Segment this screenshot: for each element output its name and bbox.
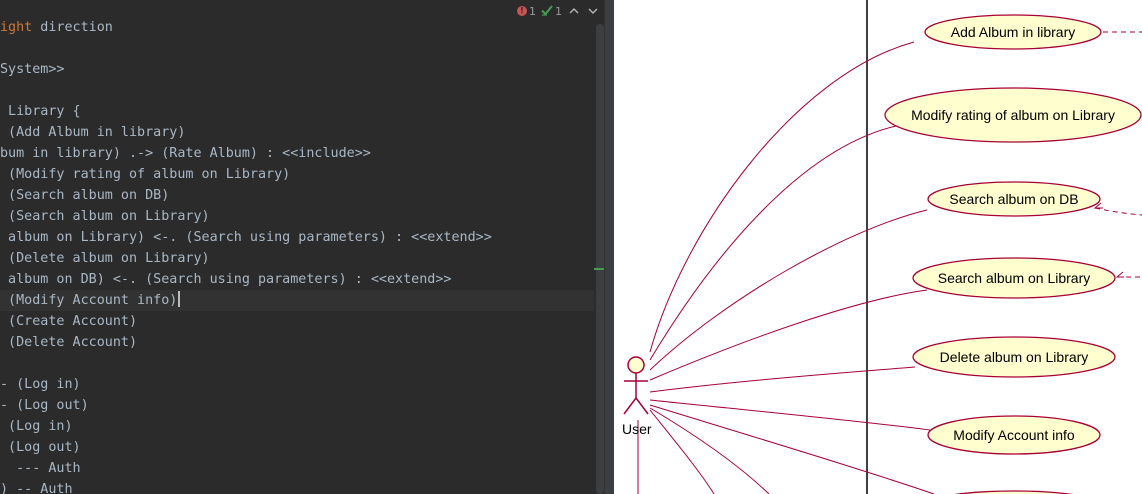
code-line[interactable]: (Create Account) [0, 311, 604, 332]
code-text: (Search album on DB) [0, 188, 170, 203]
code-text: (Delete Account) [0, 335, 138, 350]
code-text: (Search album on Library) [0, 209, 210, 224]
usecase-diagram: User Add Album in library Modify rating … [622, 0, 1142, 494]
code-text: (Modify Account info) [0, 293, 178, 308]
usecase-label: Add Album in library [951, 24, 1076, 40]
code-text: (Modify rating of album on Library) [0, 167, 291, 182]
relation-arrowheads [1093, 202, 1124, 278]
code-line[interactable]: album on Library) <-. (Search using para… [0, 227, 604, 248]
code-line[interactable]: bum in library) .-> (Rate Album) : <<inc… [0, 143, 604, 164]
dashed-relations [1094, 31, 1142, 278]
error-icon: ! [517, 6, 527, 16]
code-line[interactable]: (Modify Account info) [0, 290, 604, 311]
code-line[interactable]: Library { [0, 101, 604, 122]
code-text: (Add Album in library) [0, 125, 186, 140]
code-line[interactable]: (Log in) [0, 416, 604, 437]
code-text: - (Log out) [0, 398, 89, 413]
code-line[interactable]: ) -- Auth [0, 479, 604, 494]
ide-window: ight direction System>> Library { (Add Al… [0, 0, 1142, 494]
code-text: - (Log in) [0, 377, 81, 392]
code-line[interactable]: System>> [0, 59, 604, 80]
actor-head [627, 356, 645, 374]
diagram-preview[interactable]: User Add Album in library Modify rating … [614, 0, 1142, 494]
code-line[interactable]: (Search album on Library) [0, 206, 604, 227]
usecase-label: Modify Account info [953, 427, 1075, 443]
code-line[interactable]: (Log out) [0, 437, 604, 458]
inspection-ok-icon [541, 4, 553, 19]
usecase-label: Delete album on Library [940, 349, 1089, 365]
code-line[interactable]: - (Log in) [0, 374, 604, 395]
chevron-up-icon[interactable] [567, 4, 581, 18]
code-line[interactable]: (Delete Account) [0, 332, 604, 353]
code-lines[interactable]: ight direction System>> Library { (Add Al… [0, 17, 604, 494]
code-text: direction [32, 20, 113, 35]
code-text: (Create Account) [0, 314, 138, 329]
association-line [649, 404, 935, 494]
actor-right-leg [635, 397, 649, 415]
usecase[interactable]: Search album on Library [912, 257, 1116, 299]
code-line[interactable] [0, 38, 604, 59]
association-line [649, 125, 897, 361]
code-keyword: ight [0, 20, 33, 35]
association-line [649, 399, 931, 431]
usecase[interactable]: Modify rating of album on Library [884, 87, 1142, 143]
code-line[interactable]: (Modify rating of album on Library) [0, 164, 604, 185]
code-line[interactable] [0, 353, 604, 374]
usecase-label: Modify rating of album on Library [911, 107, 1115, 123]
usecase[interactable]: Search album on DB [927, 181, 1101, 217]
usecase-label: Search album on DB [949, 191, 1078, 207]
inspection-widget[interactable]: ! 1 1 [517, 3, 600, 19]
code-text: album on DB) <-. (Search using parameter… [0, 272, 452, 287]
actor-left-leg [623, 397, 637, 415]
code-line[interactable]: (Delete album on Library) [0, 248, 604, 269]
code-line[interactable]: (Add Album in library) [0, 122, 604, 143]
usecase[interactable]: Add Album in library [924, 14, 1102, 50]
editor-scrollbar-thumb[interactable] [596, 24, 604, 494]
extend-relation [1094, 207, 1142, 216]
association-line [649, 366, 916, 393]
code-line[interactable]: album on DB) <-. (Search using parameter… [0, 269, 604, 290]
code-line[interactable]: --- Auth [0, 458, 604, 479]
text-caret [178, 291, 181, 307]
association-line [649, 209, 928, 371]
error-count-group[interactable]: ! 1 [517, 5, 536, 18]
code-line[interactable]: - (Log out) [0, 395, 604, 416]
code-line[interactable]: ight direction [0, 17, 604, 38]
code-text: System>> [0, 62, 65, 77]
usecase[interactable]: Delete album on Library [912, 336, 1116, 378]
association-line [649, 409, 715, 494]
usecase-label: Search album on Library [938, 270, 1091, 286]
ok-count: 1 [555, 4, 562, 18]
ok-count-group[interactable]: 1 [541, 4, 562, 19]
arrowhead [1115, 271, 1124, 278]
actor-label: User [622, 421, 652, 437]
code-text: (Log out) [0, 440, 81, 455]
code-editor[interactable]: ight direction System>> Library { (Add Al… [0, 0, 604, 494]
actor-user[interactable] [623, 356, 649, 415]
code-text: bum in library) .-> (Rate Album) : <<inc… [0, 146, 371, 161]
code-text: (Log in) [0, 419, 73, 434]
code-line[interactable] [0, 80, 604, 101]
code-text: (Delete album on Library) [0, 251, 210, 266]
code-text: album on Library) <-. (Search using para… [0, 230, 492, 245]
usecase[interactable]: Modify Account info [927, 415, 1101, 455]
scrollbar-change-marker[interactable] [594, 268, 604, 270]
code-text: ) -- Auth [0, 482, 73, 494]
error-count: 1 [529, 4, 536, 18]
pane-splitter[interactable] [604, 0, 614, 494]
code-text: Library { [0, 104, 81, 119]
chevron-down-icon[interactable] [586, 4, 600, 18]
association-line [649, 289, 928, 381]
association-line [649, 407, 770, 494]
association-line [649, 41, 915, 353]
code-text: --- Auth [0, 461, 81, 476]
code-line[interactable]: (Search album on DB) [0, 185, 604, 206]
